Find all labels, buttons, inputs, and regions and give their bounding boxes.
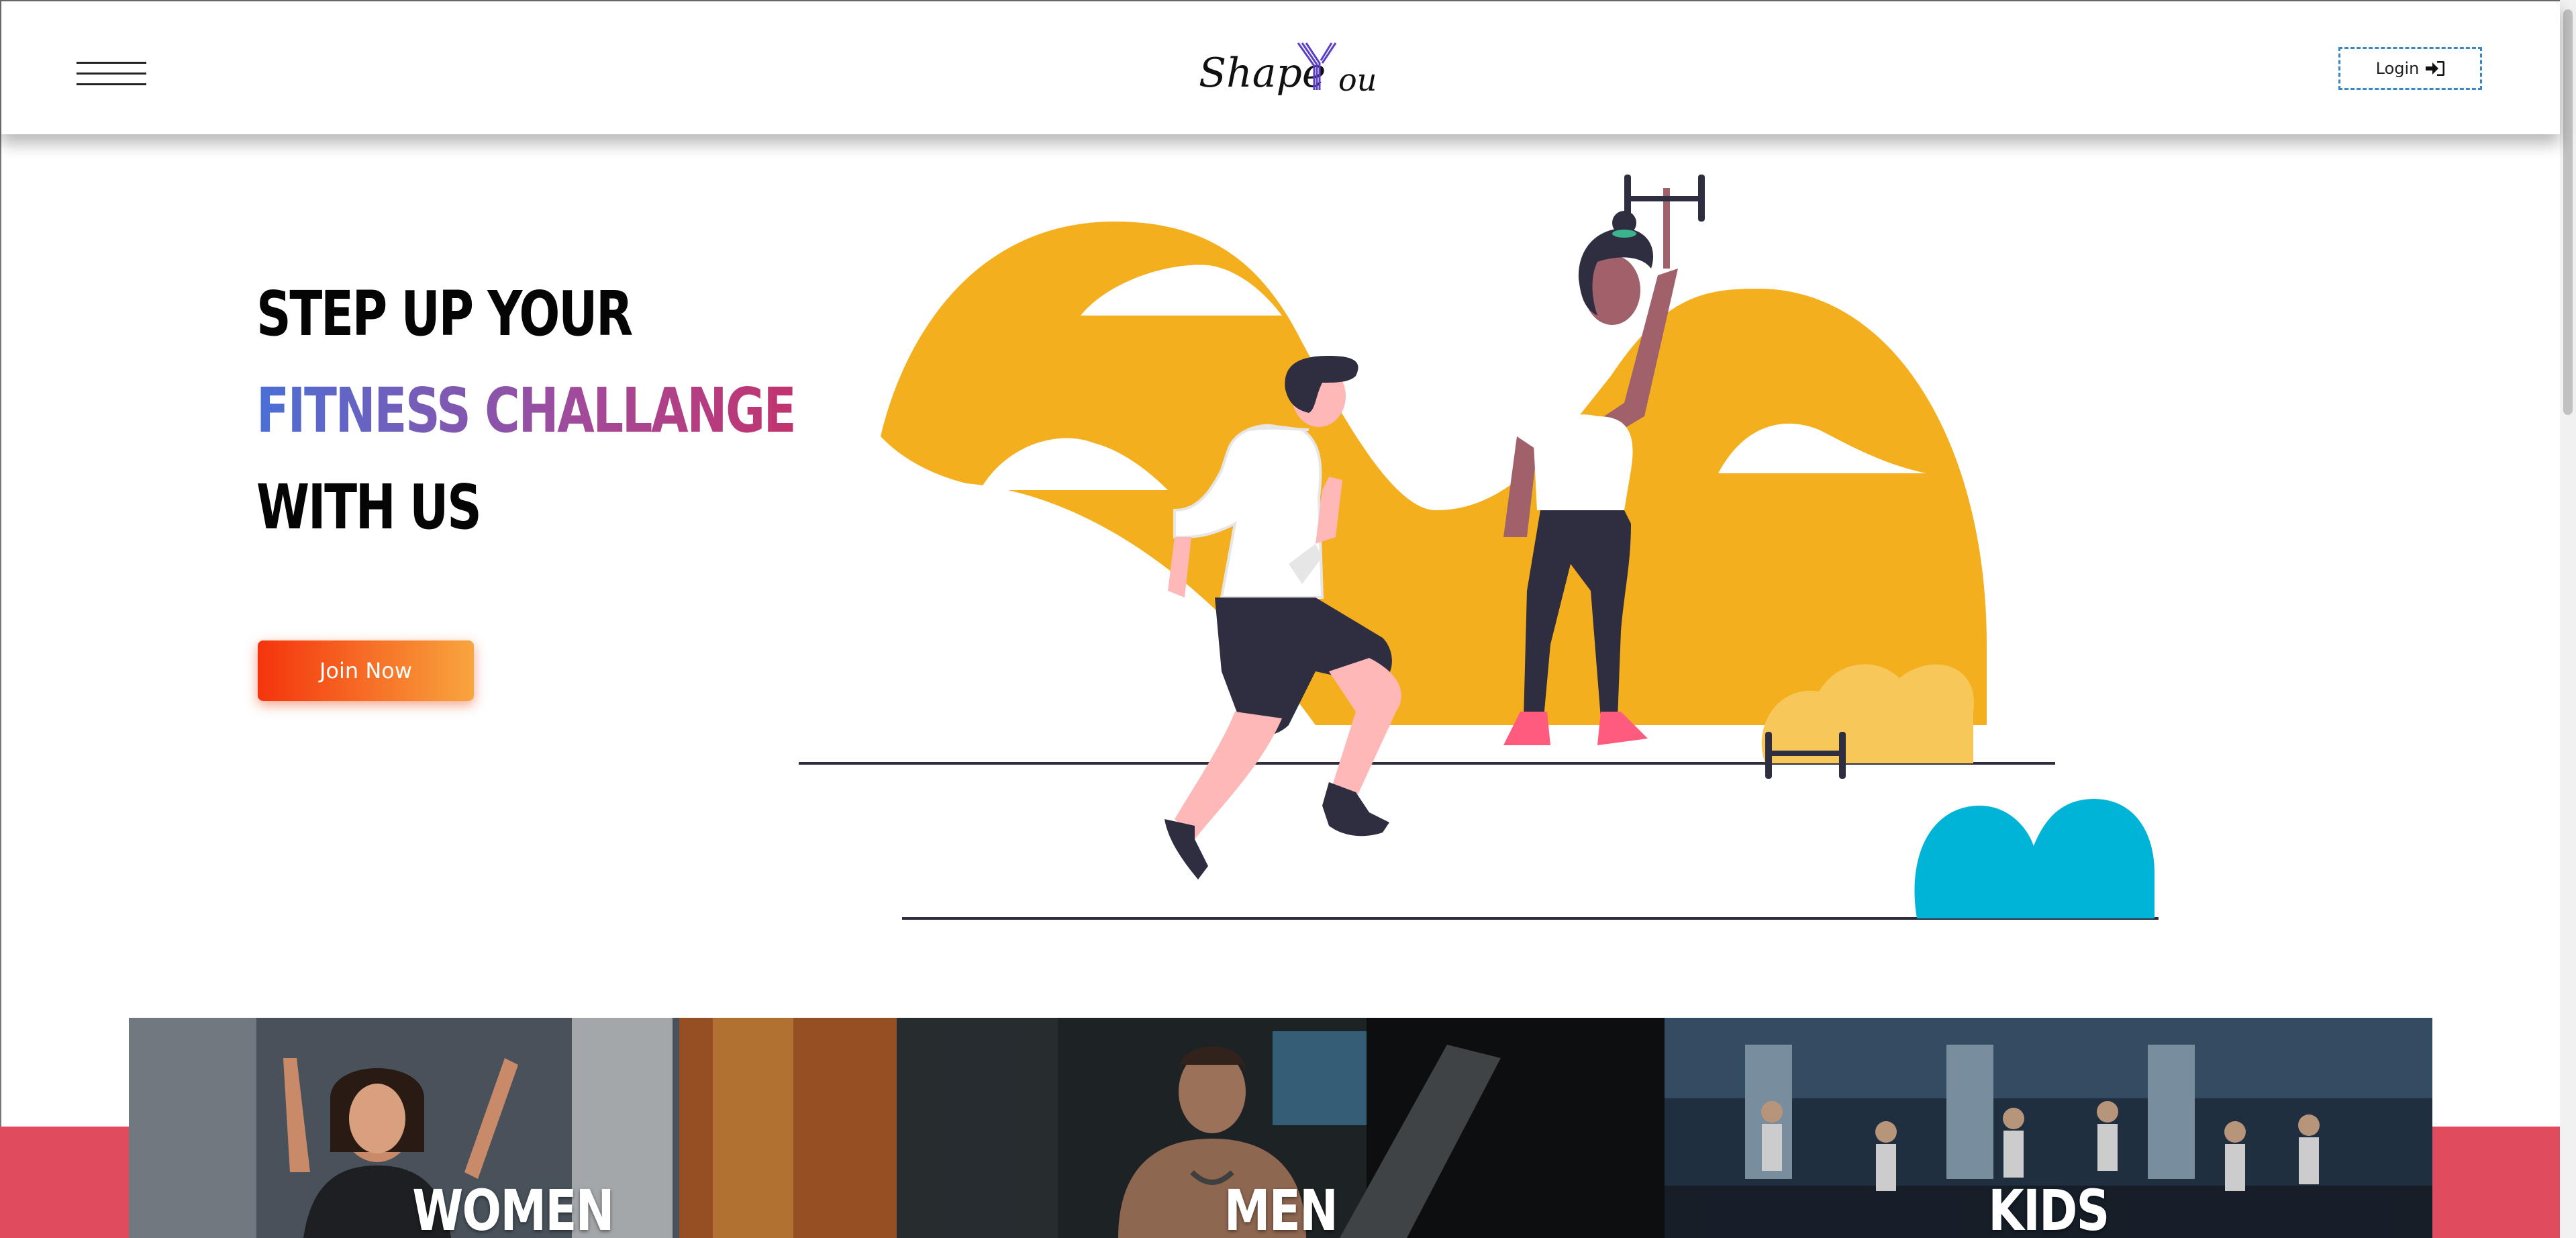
sign-in-icon xyxy=(2426,61,2445,76)
category-label-kids: KIDS xyxy=(1988,1178,2110,1238)
hero-heading-line3: WITH US xyxy=(256,471,482,543)
category-label-women: WOMEN xyxy=(412,1178,614,1238)
fitness-illustration xyxy=(799,175,2159,920)
bush-blue xyxy=(1914,799,2154,918)
hamburger-menu-icon[interactable] xyxy=(77,59,146,90)
hero-heading-line1: STEP UP YOUR xyxy=(256,278,633,350)
category-card-women[interactable]: WOMEN xyxy=(129,1018,897,1238)
scrollbar-thumb[interactable] xyxy=(2563,9,2573,415)
site-header: Shape ou Login xyxy=(0,0,2560,134)
page-scrollbar[interactable] xyxy=(2560,0,2576,1238)
category-label-men: MEN xyxy=(1224,1178,1338,1238)
login-button[interactable]: Login xyxy=(2338,47,2482,90)
category-card-men[interactable]: MEN xyxy=(897,1018,1665,1238)
category-cards: WOMEN MEN KIDS xyxy=(129,1018,2432,1238)
join-now-button[interactable]: Join Now xyxy=(258,640,474,701)
brand-logo[interactable]: Shape ou xyxy=(1196,40,1377,114)
logo-text-ou: ou xyxy=(1338,62,1377,98)
category-card-kids[interactable]: KIDS xyxy=(1665,1018,2432,1238)
logo-letter-y xyxy=(1297,42,1337,90)
hero-heading-line2: FITNESS CHALLANGE xyxy=(256,375,797,446)
login-label: Login xyxy=(2375,59,2420,78)
